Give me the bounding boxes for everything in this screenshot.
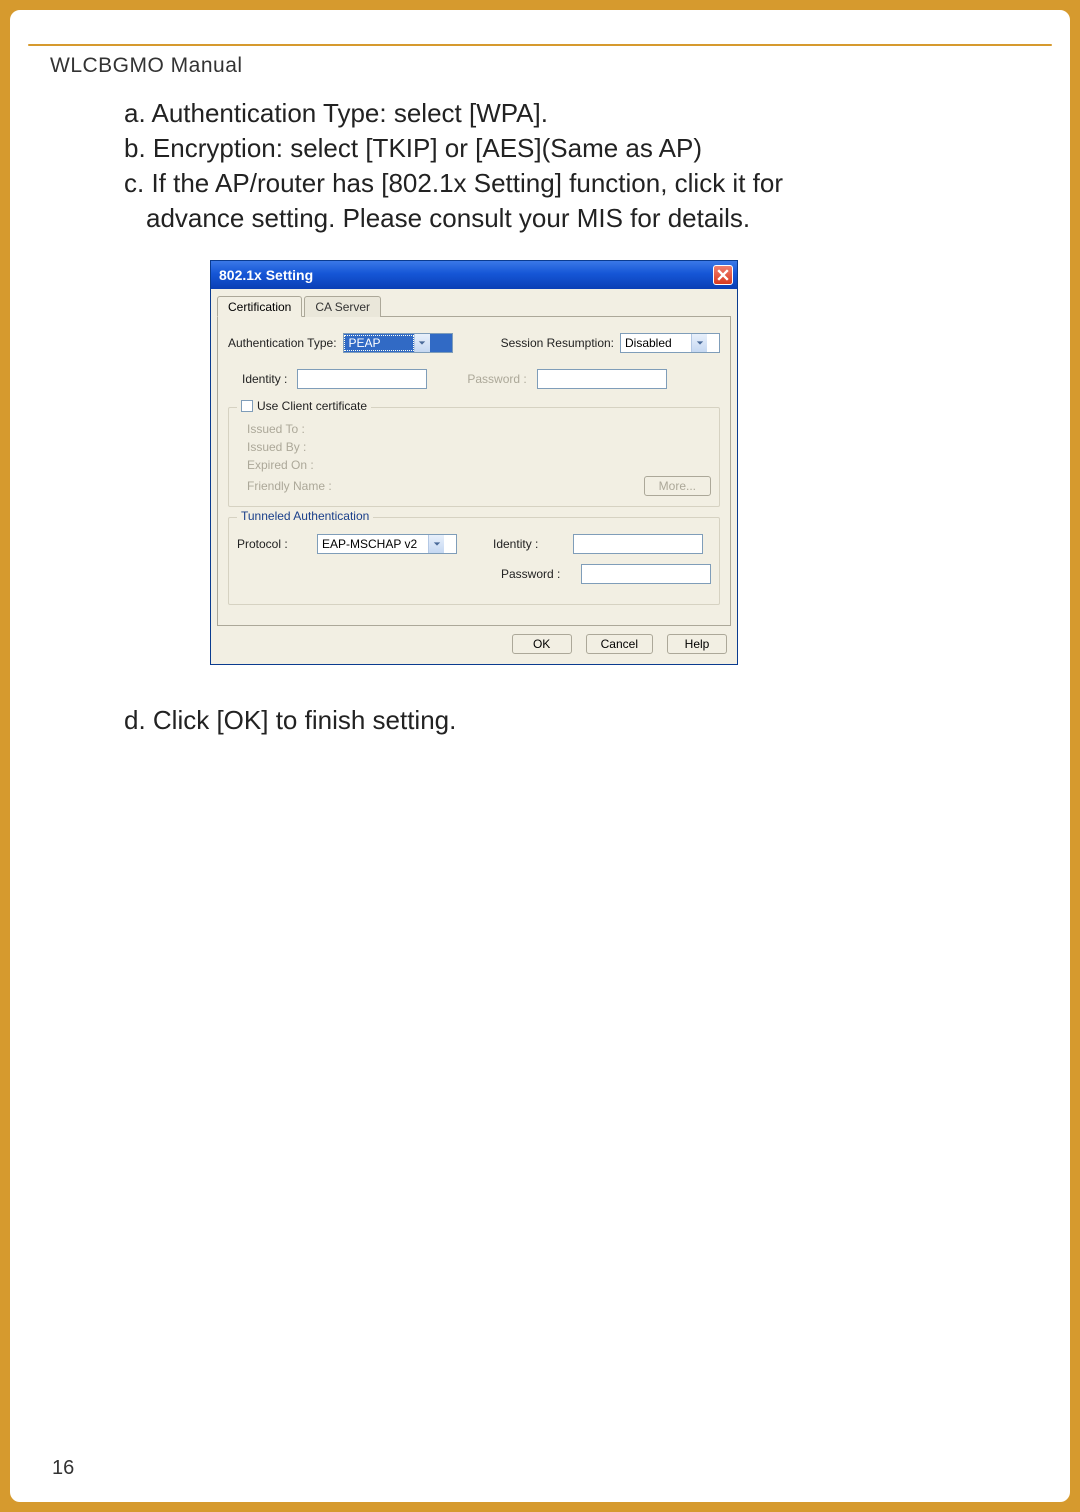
instruction-b: b. Encryption: select [TKIP] or [AES](Sa… bbox=[124, 131, 1010, 166]
row-tunneled-password: Password : bbox=[237, 564, 711, 584]
identity-input[interactable] bbox=[297, 369, 427, 389]
close-button[interactable] bbox=[713, 265, 733, 285]
session-resumption-combo[interactable]: Disabled bbox=[620, 333, 720, 353]
manual-title: WLCBGMO Manual bbox=[50, 54, 243, 78]
header-rule bbox=[28, 44, 1052, 46]
row-auth-session: Authentication Type: PEAP Session Resump… bbox=[228, 333, 720, 353]
tab-panel-certification: Authentication Type: PEAP Session Resump… bbox=[217, 317, 731, 626]
tunneled-password-label: Password : bbox=[501, 567, 571, 581]
dialog-footer-buttons: OK Cancel Help bbox=[217, 626, 731, 656]
chevron-down-icon bbox=[414, 334, 430, 352]
help-button[interactable]: Help bbox=[667, 634, 727, 654]
tunneled-auth-legend: Tunneled Authentication bbox=[237, 509, 373, 523]
tab-certification[interactable]: Certification bbox=[217, 296, 302, 317]
protocol-combo[interactable]: EAP-MSCHAP v2 bbox=[317, 534, 457, 554]
row-identity-password: Identity : Password : bbox=[228, 369, 720, 389]
password-label: Password : bbox=[467, 372, 526, 386]
cancel-button[interactable]: Cancel bbox=[586, 634, 653, 654]
expired-on-label: Expired On : bbox=[247, 458, 711, 472]
page-number: 16 bbox=[52, 1457, 74, 1480]
instruction-a: a. Authentication Type: select [WPA]. bbox=[124, 96, 1010, 131]
session-resumption-value: Disabled bbox=[621, 336, 691, 350]
friendly-name-label: Friendly Name : bbox=[247, 479, 644, 493]
instruction-block: a. Authentication Type: select [WPA]. b.… bbox=[124, 96, 1010, 236]
instruction-c-line2: advance setting. Please consult your MIS… bbox=[124, 201, 1010, 236]
use-client-cert-checkbox[interactable] bbox=[241, 400, 253, 412]
client-cert-rows: Issued To : Issued By : Expired On : Fri… bbox=[237, 416, 711, 496]
identity-label: Identity : bbox=[242, 372, 287, 386]
instruction-c-line1: c. If the AP/router has [802.1x Setting]… bbox=[124, 166, 1010, 201]
auth-type-value: PEAP bbox=[344, 335, 414, 351]
tunneled-password-input[interactable] bbox=[581, 564, 711, 584]
chevron-down-icon bbox=[428, 535, 444, 553]
ok-button[interactable]: OK bbox=[512, 634, 572, 654]
row-protocol: Protocol : EAP-MSCHAP v2 Identity : bbox=[237, 534, 711, 554]
more-button[interactable]: More... bbox=[644, 476, 711, 496]
client-cert-legend: Use Client certificate bbox=[237, 399, 371, 413]
dialog-8021x-setting: 802.1x Setting Certification CA Server A… bbox=[210, 260, 738, 665]
tunneled-identity-input[interactable] bbox=[573, 534, 703, 554]
issued-to-label: Issued To : bbox=[247, 422, 711, 436]
session-resumption-label: Session Resumption: bbox=[501, 336, 614, 350]
tunneled-identity-label: Identity : bbox=[493, 537, 563, 551]
dialog-title: 802.1x Setting bbox=[219, 267, 313, 283]
fieldset-client-cert: Use Client certificate Issued To : Issue… bbox=[228, 407, 720, 507]
manual-page: WLCBGMO Manual a. Authentication Type: s… bbox=[8, 8, 1072, 1504]
password-input[interactable] bbox=[537, 369, 667, 389]
protocol-label: Protocol : bbox=[237, 537, 307, 551]
auth-type-label: Authentication Type: bbox=[228, 336, 337, 350]
titlebar[interactable]: 802.1x Setting bbox=[211, 261, 737, 289]
chevron-down-icon bbox=[691, 334, 707, 352]
auth-type-combo[interactable]: PEAP bbox=[343, 333, 453, 353]
protocol-value: EAP-MSCHAP v2 bbox=[318, 537, 428, 551]
dialog-body: Certification CA Server Authentication T… bbox=[211, 289, 737, 664]
tab-strip: Certification CA Server bbox=[217, 295, 731, 317]
issued-by-label: Issued By : bbox=[247, 440, 711, 454]
fieldset-tunneled-auth: Tunneled Authentication Protocol : EAP-M… bbox=[228, 517, 720, 605]
instruction-d: d. Click [OK] to finish setting. bbox=[124, 705, 456, 736]
tab-ca-server[interactable]: CA Server bbox=[304, 296, 381, 317]
use-client-cert-label: Use Client certificate bbox=[257, 399, 367, 413]
close-icon bbox=[717, 269, 729, 281]
